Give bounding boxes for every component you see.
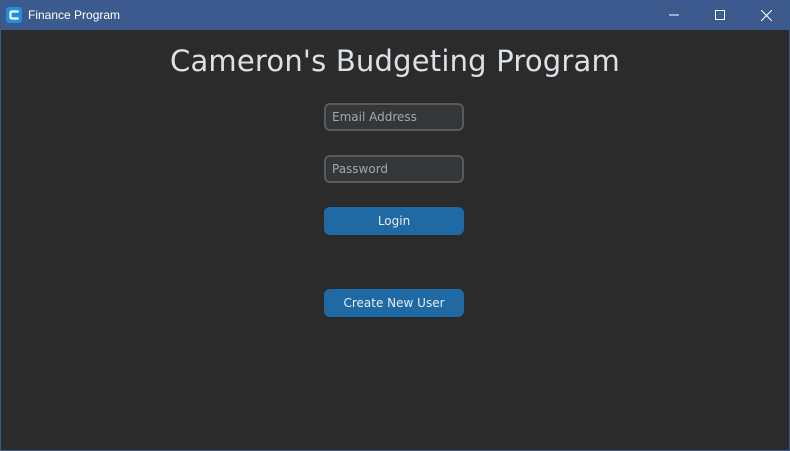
login-button[interactable]: Login: [324, 207, 464, 235]
close-button[interactable]: [743, 0, 789, 30]
minimize-icon: [669, 10, 679, 20]
minimize-button[interactable]: [651, 0, 697, 30]
password-field[interactable]: [324, 155, 464, 183]
maximize-button[interactable]: [697, 0, 743, 30]
email-field[interactable]: [324, 103, 464, 131]
app-window: Finance Program Cameron's Budgeting Prog…: [0, 0, 790, 451]
title-bar[interactable]: Finance Program: [1, 0, 789, 30]
maximize-icon: [715, 10, 725, 20]
close-icon: [760, 9, 772, 21]
window-title: Finance Program: [28, 8, 121, 22]
app-logo-icon: [6, 7, 22, 23]
page-title: Cameron's Budgeting Program: [170, 44, 620, 78]
create-new-user-button[interactable]: Create New User: [324, 289, 464, 317]
window-controls: [651, 0, 789, 30]
